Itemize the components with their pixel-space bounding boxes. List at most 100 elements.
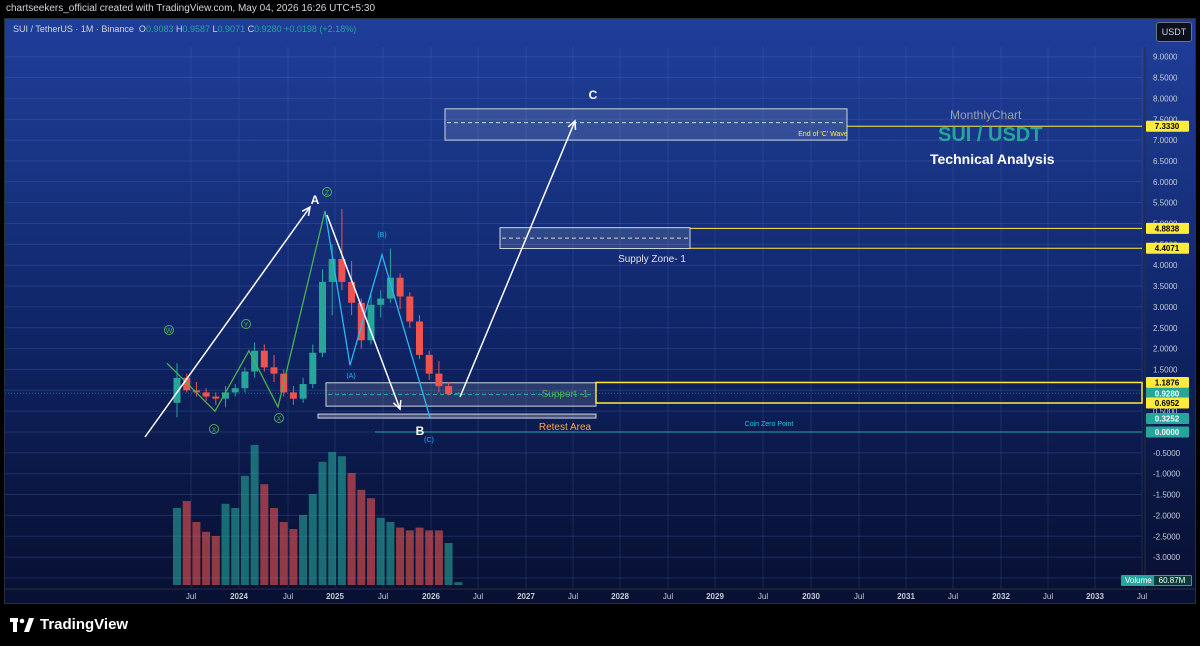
y-tick-label: 6.0000: [1153, 178, 1178, 187]
wave-label-b-paren: (B): [377, 232, 386, 239]
x-tick-label: 2028: [611, 592, 629, 601]
candle-body: [367, 304, 375, 341]
candle-body: [396, 277, 404, 297]
ohlc-low: L0.9071: [212, 24, 246, 34]
volume-bar: [347, 473, 356, 585]
wave-label-x: X: [277, 416, 282, 423]
volume-tag-value: 60.87M: [1159, 576, 1186, 585]
wave-label-c: C: [589, 88, 598, 102]
footer: TradingView: [0, 604, 1200, 646]
price-tag-current: 0.9280: [1155, 389, 1180, 398]
c-target-zone: [444, 108, 848, 141]
x-tick-label: Jul: [758, 592, 768, 601]
tradingview-brand: TradingView: [40, 616, 129, 633]
wave-label-w: W: [166, 328, 173, 335]
y-tick-label: -1.5000: [1153, 491, 1181, 500]
end-of-c-wave-label: End of 'C' Wave: [798, 131, 848, 138]
price-tag-c-target: 7.3330: [1155, 122, 1180, 131]
price-tag-supply-bottom: 4.4071: [1155, 244, 1180, 253]
arrow-to-c: [459, 120, 576, 398]
wave-label-z: Z: [325, 190, 330, 197]
coin-zero-point-label: Coin Zero Point: [745, 421, 794, 428]
volume-bar: [376, 517, 385, 585]
x-tick-label: 2029: [706, 592, 724, 601]
candle-body: [425, 354, 433, 374]
x-tick-label: 2030: [802, 592, 820, 601]
x-tick-label: 2024: [230, 592, 248, 601]
wave-label-y: Y: [244, 322, 249, 329]
x-tick-label: 2026: [422, 592, 440, 601]
y-tick-label: 8.0000: [1153, 94, 1178, 103]
volume-bar: [337, 456, 346, 585]
y-tick-label: 3.5000: [1153, 282, 1178, 291]
y-tick-label: 7.0000: [1153, 136, 1178, 145]
x-tick-label: Jul: [473, 592, 483, 601]
ohlc-open: O0.9083: [138, 24, 174, 34]
wave-label-a: A: [311, 193, 320, 207]
x-tick-label: Jul: [1043, 592, 1053, 601]
y-tick-label: -0.5000: [1153, 449, 1181, 458]
ohlc-close: C0.9280: [247, 24, 282, 34]
chart-panel[interactable]: 9.0000 8.5000 8.0000 7.5000 7.0000 6.5000 6.00…: [4, 18, 1196, 604]
symbol-legend[interactable]: SUI / TetherUS · 1M · Binance O0.9083 H0…: [13, 24, 356, 34]
x-tick-label: Jul: [186, 592, 196, 601]
tradingview-screenshot: chartseekers_official created with Tradi…: [0, 0, 1200, 646]
volume-bar: [444, 543, 453, 585]
volume-bar: [425, 530, 434, 585]
volume-bar: [434, 530, 443, 585]
y-tick-label: 1.5000: [1153, 365, 1178, 374]
price-change: +0.0198 (+2.18%): [284, 24, 357, 34]
volume-bar: [211, 536, 220, 585]
retest-area-label: Retest Area: [539, 422, 592, 433]
support-box-right: [595, 381, 1143, 404]
volume-bar: [289, 529, 298, 585]
volume-tag-label: Volume: [1125, 576, 1152, 585]
volume-bar: [192, 522, 201, 585]
x-tick-label: Jul: [663, 592, 673, 601]
price-tag-zero: 0.0000: [1155, 428, 1180, 437]
candle-body: [289, 392, 297, 399]
y-tick-label: 4.0000: [1153, 261, 1178, 270]
volume-bar: [396, 527, 405, 585]
y-tick-label: -3.0000: [1153, 553, 1181, 562]
candle-body: [299, 384, 307, 399]
volume-bar: [270, 508, 278, 585]
retest-zone-box: [317, 413, 597, 419]
y-tick-label: 6.5000: [1153, 157, 1178, 166]
y-tick-label: -2.0000: [1153, 511, 1181, 520]
support-label: Support -1: [542, 389, 589, 400]
y-tick-label: -1.0000: [1153, 470, 1181, 479]
currency-button[interactable]: USDT: [1156, 22, 1192, 42]
pair-title: SUI / USDT: [938, 124, 1043, 146]
x-tick-label: 2027: [517, 592, 535, 601]
symbol-name: SUI / TetherUS · 1M · Binance: [13, 24, 134, 34]
volume-bar: [454, 582, 463, 585]
candle-body: [319, 281, 326, 353]
x-tick-label: Jul: [854, 592, 864, 601]
volume-bar: [240, 475, 249, 585]
y-tick-label: -2.5000: [1153, 532, 1181, 541]
price-tag-support-bottom: 0.6952: [1155, 399, 1180, 408]
y-tick-label: 3.0000: [1153, 303, 1178, 312]
volume-bar: [405, 530, 414, 585]
volume-bar: [328, 452, 337, 585]
price-tag-supply-top: 4.8838: [1155, 224, 1180, 233]
candle-body: [270, 367, 278, 374]
candle-body: [406, 296, 414, 322]
candle-body: [416, 321, 423, 355]
y-tick-label: 9.0000: [1153, 53, 1178, 62]
candle-body: [231, 388, 239, 393]
wave-label-c-paren: (C): [424, 437, 434, 444]
candle-body: [309, 352, 317, 385]
volume-bar: [367, 498, 375, 585]
volume-bar: [202, 531, 211, 585]
tradingview-logo[interactable]: TradingView: [10, 616, 128, 633]
chart-canvas[interactable]: 9.00008.50008.00007.50007.00006.50006.00…: [5, 19, 1195, 603]
volume-bar: [386, 522, 395, 585]
candle-body: [202, 392, 210, 397]
y-tick-label: 2.0000: [1153, 345, 1178, 354]
monthly-chart-label: MonthlyChart: [950, 108, 1022, 122]
publisher-bar: chartseekers_official created with Tradi…: [0, 0, 1200, 18]
volume-bar: [221, 503, 230, 585]
volume-bar: [279, 522, 288, 585]
